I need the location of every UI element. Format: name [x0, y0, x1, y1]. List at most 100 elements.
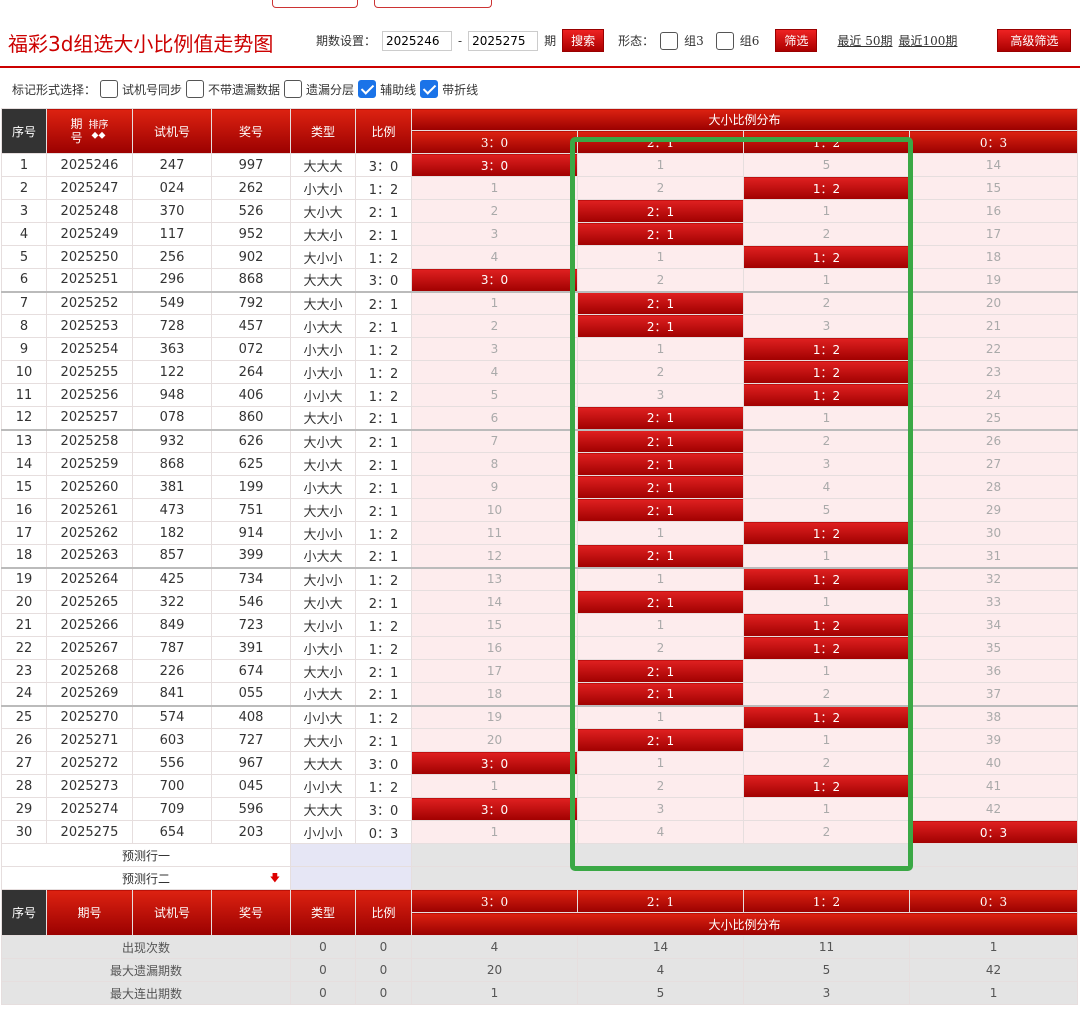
- mark-option-3-checkbox[interactable]: [358, 80, 377, 98]
- period-from-input[interactable]: [382, 30, 453, 51]
- dist-cell-miss: 1: [577, 521, 744, 545]
- cell-trial: 857: [132, 544, 212, 569]
- cell-prize: 055: [211, 682, 291, 707]
- header-prize: 奖号: [211, 108, 291, 154]
- cell-type: 大小小: [290, 567, 356, 591]
- cell-n: 29: [1, 797, 47, 821]
- table-row: 11 2025256 948 406 小小大 1：2 5 3 1：2 24: [1, 383, 1079, 407]
- table-row: 4 2025249 117 952 大大小 2：1 3 2：1 2 17: [1, 222, 1079, 246]
- dist-cell-miss: 3: [577, 797, 744, 821]
- dist-cell-miss: 4: [411, 245, 578, 269]
- cell-prize: 526: [211, 199, 291, 223]
- advanced-filter-button[interactable]: 高级筛选: [997, 29, 1072, 52]
- cell-trial: 787: [132, 636, 212, 660]
- dist-cell-miss: 28: [908, 475, 1079, 499]
- table-row: 18 2025263 857 399 小大大 2：1 12 2：1 1 31: [1, 544, 1079, 569]
- cell-period: 2025256: [46, 383, 133, 407]
- dist-cell-hit: 3：0: [411, 268, 578, 293]
- cell-n: 8: [1, 314, 47, 338]
- dist-cell-miss: 12: [411, 544, 578, 569]
- mark-option-1-checkbox[interactable]: [186, 80, 205, 98]
- predict-row-2-input[interactable]: [290, 866, 412, 890]
- dist-cell-miss: 6: [411, 406, 578, 431]
- table-row: 28 2025273 700 045 小小大 1：2 1 2 1：2 41: [1, 774, 1079, 798]
- cell-n: 22: [1, 636, 47, 660]
- dist-cell-hit: 3：0: [411, 153, 578, 177]
- cell-n: 28: [1, 774, 47, 798]
- top-tab-right[interactable]: [374, 0, 492, 8]
- table-row: 10 2025255 122 264 小大小 1：2 4 2 1：2 23: [1, 360, 1079, 384]
- dist-cell-miss: 8: [411, 452, 578, 476]
- cell-n: 18: [1, 544, 47, 569]
- dist-cell-miss: 2: [743, 820, 910, 844]
- cell-prize: 262: [211, 176, 291, 200]
- predict-row-2-text: 预测行二: [121, 871, 170, 886]
- predict-row-1-input[interactable]: [290, 843, 412, 867]
- cell-type: 大大小: [290, 659, 356, 683]
- dist-cell-miss: 1: [411, 774, 578, 798]
- mark-options-list: 试机号同步 不带遗漏数据 遗漏分层 辅助线 带折线: [100, 80, 478, 98]
- period-to-input[interactable]: [468, 30, 539, 51]
- mark-option-2-label: 遗漏分层: [306, 82, 355, 97]
- dist-cell-miss: 16: [908, 199, 1079, 223]
- predict-row-2-dist[interactable]: [410, 866, 1079, 890]
- group3-checkbox[interactable]: [660, 31, 679, 50]
- dist-cell-hit: 2：1: [577, 291, 744, 315]
- cell-period: 2025253: [46, 314, 133, 338]
- table-row: 19 2025264 425 734 大小小 1：2 13 1 1：2 32: [1, 567, 1079, 591]
- cell-trial: 226: [132, 659, 212, 683]
- predict-row-1-dist[interactable]: [410, 843, 1079, 867]
- dist-cell-miss: 4: [577, 820, 744, 844]
- table-row: 16 2025261 473 751 大大小 2：1 10 2：1 5 29: [1, 498, 1079, 522]
- dist-cell-miss: 15: [908, 176, 1079, 200]
- cell-type: 大小小: [290, 245, 356, 269]
- cell-prize: 625: [211, 452, 291, 476]
- cell-trial: 122: [132, 360, 212, 384]
- group6-checkbox[interactable]: [715, 31, 734, 50]
- cell-prize: 406: [211, 383, 291, 407]
- filter-button[interactable]: 筛选: [775, 29, 818, 52]
- cell-ratio: 2：1: [355, 452, 412, 476]
- mark-option-4-checkbox[interactable]: [420, 80, 439, 98]
- cell-period: 2025250: [46, 245, 133, 269]
- search-button[interactable]: 搜索: [562, 29, 605, 52]
- cell-prize: 868: [211, 268, 291, 293]
- table-row: 26 2025271 603 727 大大小 2：1 20 2：1 1 39: [1, 728, 1079, 752]
- recent-100-link[interactable]: 最近100期: [899, 32, 958, 49]
- cell-type: 大小大: [290, 429, 356, 453]
- sort-arrows-icon[interactable]: ⬥⬥: [89, 131, 109, 141]
- dist-cell-miss: 1: [743, 199, 910, 223]
- cell-ratio: 2：1: [355, 406, 412, 431]
- down-arrow-icon[interactable]: 🡇: [270, 871, 280, 888]
- footer-prize: 奖号: [211, 889, 291, 936]
- dist-cell-hit: 2：1: [577, 659, 744, 683]
- cell-prize: 734: [211, 567, 291, 591]
- header-period[interactable]: 期号 排序 ⬥⬥: [46, 108, 133, 154]
- cell-prize: 072: [211, 337, 291, 361]
- stat-ratio: 0: [355, 981, 412, 1005]
- top-tab-left[interactable]: [272, 0, 358, 8]
- cell-prize: 203: [211, 820, 291, 844]
- mark-option-2-checkbox[interactable]: [284, 80, 303, 98]
- cell-n: 17: [1, 521, 47, 545]
- cell-n: 14: [1, 452, 47, 476]
- cell-ratio: 2：1: [355, 682, 412, 707]
- header-cat-0: 3：0: [411, 130, 578, 154]
- header-cat-3: 0：3: [908, 130, 1079, 154]
- header-trial: 试机号: [132, 108, 212, 154]
- header-type: 类型: [290, 108, 356, 154]
- cell-ratio: 2：1: [355, 291, 412, 315]
- table-row: 12 2025257 078 860 大大小 2：1 6 2：1 1 25: [1, 406, 1079, 431]
- dist-cell-miss: 1: [743, 544, 910, 569]
- mark-option-4-label: 带折线: [442, 82, 479, 97]
- table-row: 2 2025247 024 262 小大小 1：2 1 2 1：2 15: [1, 176, 1079, 200]
- stat-value: 3: [743, 981, 910, 1005]
- dist-cell-hit: 1：2: [743, 176, 910, 200]
- recent-50-link[interactable]: 最近 50期: [837, 32, 892, 49]
- cell-prize: 626: [211, 429, 291, 453]
- cell-n: 5: [1, 245, 47, 269]
- mark-option-0-checkbox[interactable]: [100, 80, 119, 98]
- period-filter: 期数设置： - 期 搜索 形态： 组3 组6 筛选 最近 50期 最近100期 …: [316, 29, 1072, 52]
- cell-prize: 391: [211, 636, 291, 660]
- header-cat-1: 2：1: [577, 130, 744, 154]
